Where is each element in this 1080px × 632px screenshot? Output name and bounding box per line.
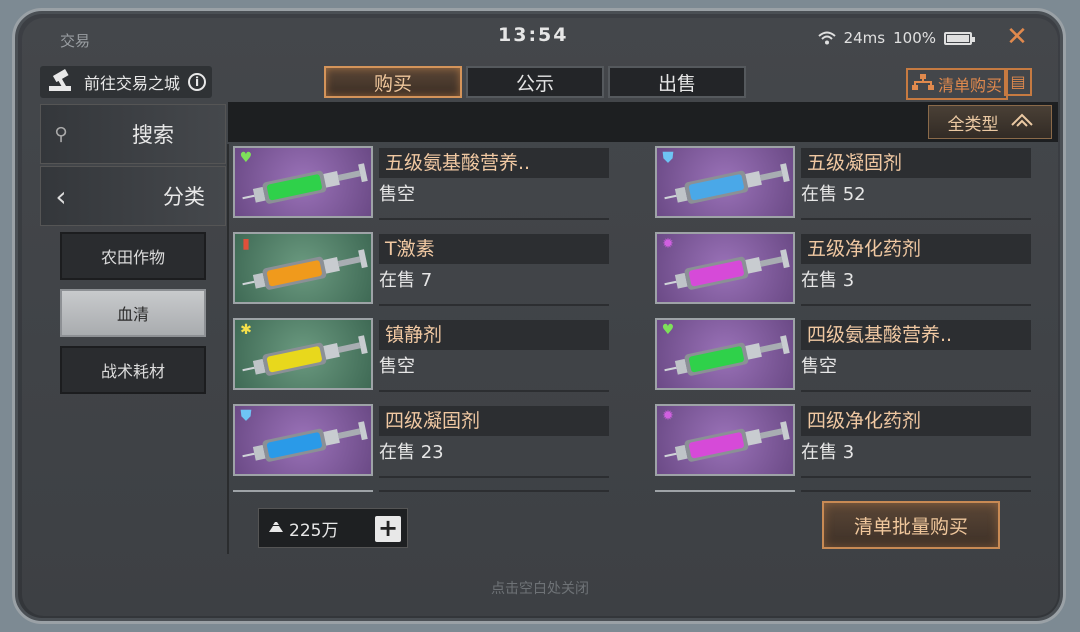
wallet-amount: 225万: [289, 520, 339, 541]
divider: [801, 218, 1031, 220]
heart-plus-icon: ♥: [661, 322, 675, 338]
divider: [801, 304, 1031, 306]
goto-trade-city-button[interactable]: 前往交易之城 i: [40, 66, 213, 98]
search-icon: ⚲: [54, 123, 68, 145]
gear-icon: ✹: [662, 408, 674, 424]
close-hint: 点击空白处关闭: [491, 581, 589, 597]
item-card[interactable]: ✹ 四级净化药剂在售 3: [655, 404, 1035, 480]
sidebar-category[interactable]: ‹ 分类: [40, 166, 226, 226]
type-filter-label: 全类型: [947, 114, 999, 135]
item-card[interactable]: ♥ 四级氨基酸营养.. 售空: [655, 318, 1035, 394]
snowflake-icon: ✱: [240, 322, 252, 338]
item-name: 四级净化药剂: [801, 406, 1031, 436]
item-card[interactable]: ⛊ 五级凝固剂在售 52: [655, 146, 1035, 222]
chevron-left-icon: ‹: [55, 179, 67, 213]
shield-icon: ⛊: [240, 408, 252, 424]
close-icon[interactable]: ✕: [1004, 24, 1030, 50]
currency-icon: [267, 518, 285, 538]
subcategory-crops[interactable]: 农田作物: [60, 232, 206, 280]
item-thumbnail: ♥: [233, 146, 373, 218]
gavel-icon: [46, 69, 76, 95]
item-thumbnail: ⛊: [233, 404, 373, 476]
item-thumbnail: ✹: [655, 404, 795, 476]
chevron-up-icon: [1010, 112, 1033, 132]
divider: [379, 476, 609, 478]
item-card[interactable]: ✹ 五级净化药剂在售 3: [655, 232, 1035, 308]
item-card[interactable]: ♥ 五级氨基酸营养.. 售空: [233, 146, 613, 222]
tab-bar: 购买 公示 出售: [324, 66, 746, 98]
heart-plus-icon: ♥: [239, 150, 253, 166]
item-stock: 在售 3: [801, 442, 855, 463]
item-name: 四级氨基酸营养..: [801, 320, 1031, 350]
status-bar: 24ms 100%: [817, 29, 975, 47]
divider: [227, 144, 229, 554]
item-name: 五级凝固剂: [801, 148, 1031, 178]
item-name: 四级凝固剂: [379, 406, 609, 436]
item-name: 五级氨基酸营养..: [379, 148, 609, 178]
tab-announce[interactable]: 公示: [466, 66, 604, 98]
category-label: 分类: [163, 185, 205, 209]
battery-icon: [944, 31, 975, 45]
divider: [379, 390, 609, 392]
list-buy-label: 清单购买: [937, 76, 1002, 95]
item-name: 镇静剂: [379, 320, 609, 350]
gear-icon: ✹: [662, 236, 674, 252]
window-title: 交易: [60, 32, 91, 50]
item-thumbnail: ✹: [655, 232, 795, 304]
item-card[interactable]: ⛊ 四级凝固剂在售 23: [233, 404, 613, 480]
item-thumbnail: ▮: [233, 232, 373, 304]
shield-icon: ⛊: [662, 150, 674, 166]
bullet-icon: ▮: [242, 236, 250, 252]
item-thumbnail: ✱: [233, 318, 373, 390]
item-partial: [801, 490, 1031, 496]
divider: [379, 304, 609, 306]
subcategory-serum[interactable]: 血清: [60, 289, 206, 337]
item-card[interactable]: ▮ T激素在售 7: [233, 232, 613, 308]
info-icon[interactable]: i: [188, 73, 207, 91]
item-stock: 在售 52: [801, 184, 866, 205]
divider: [379, 218, 609, 220]
sidebar-search[interactable]: ⚲ 搜索: [40, 104, 226, 164]
item-thumbnail: ♥: [655, 318, 795, 390]
list-buy-button[interactable]: 清单购买: [905, 68, 1008, 100]
type-filter-dropdown[interactable]: 全类型: [928, 105, 1052, 139]
hierarchy-icon: [911, 74, 934, 94]
divider: [801, 390, 1031, 392]
item-partial: [233, 490, 373, 496]
item-stock: 在售 7: [379, 270, 433, 291]
divider: [801, 476, 1031, 478]
clock: 13:54: [498, 24, 569, 46]
item-stock: 售空: [379, 184, 415, 205]
item-thumbnail: ⛊: [655, 146, 795, 218]
item-stock: 售空: [801, 356, 837, 377]
item-card[interactable]: ✱ 镇静剂售空: [233, 318, 613, 394]
battery-percent: 100%: [893, 29, 936, 47]
tab-sell[interactable]: 出售: [608, 66, 746, 98]
latency: 24ms: [843, 29, 886, 47]
goto-label: 前往交易之城: [84, 74, 181, 93]
add-currency-button[interactable]: +: [375, 516, 401, 542]
item-stock: 在售 3: [801, 270, 855, 291]
tab-buy[interactable]: 购买: [324, 66, 462, 98]
item-name: 五级净化药剂: [801, 234, 1031, 264]
subcategory-tactical[interactable]: 战术耗材: [60, 346, 206, 394]
clipboard-icon[interactable]: ▤: [1004, 68, 1032, 96]
trade-window: 交易 13:54 24ms 100% ✕ 前往交易之城 i 购买 公示 出售 清…: [22, 18, 1058, 616]
search-label: 搜索: [132, 123, 174, 147]
wifi-icon: [817, 31, 836, 45]
item-name: T激素: [379, 234, 609, 264]
item-partial: [655, 490, 795, 496]
wallet: 225万 +: [258, 508, 408, 548]
item-stock: 售空: [379, 356, 415, 377]
batch-buy-button[interactable]: 清单批量购买: [822, 501, 1000, 549]
item-partial: [379, 490, 609, 496]
item-stock: 在售 23: [379, 442, 444, 463]
